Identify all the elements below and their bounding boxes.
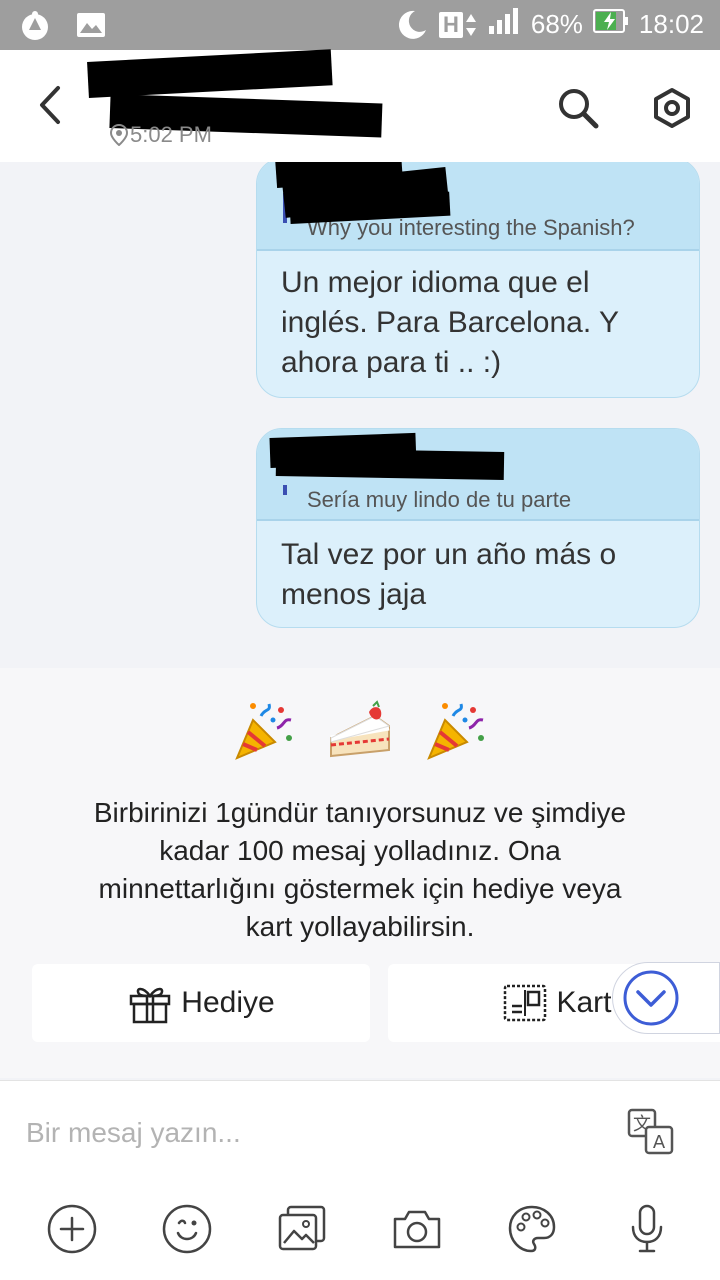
card-stamp-icon xyxy=(504,984,547,1022)
milestone-message: Birbirinizi 1gündür tanıyorsunuz ve şimd… xyxy=(40,794,680,946)
redacted-quote-author-stroke xyxy=(275,448,505,480)
battery-charging-icon xyxy=(592,8,629,41)
sticker-button[interactable] xyxy=(161,1203,213,1255)
chat-header: 5:02 PM xyxy=(0,49,720,162)
plus-icon xyxy=(47,1204,97,1254)
location-pin-icon xyxy=(110,124,128,146)
gift-icon xyxy=(130,987,171,1024)
chat-messages[interactable]: Why you interesting the Spanish? Un mejo… xyxy=(0,162,720,668)
send-gift-label: Hediye xyxy=(181,986,275,1019)
quoted-message-text: Sería muy lindo de tu parte xyxy=(307,487,572,512)
contact-subtitle: 5:02 PM xyxy=(110,122,212,148)
milestone-line: kadar 100 mesaj yolladınız. Ona xyxy=(159,835,561,866)
chevron-down-icon xyxy=(623,970,679,1026)
send-gift-button[interactable]: Hediye xyxy=(32,964,370,1042)
translate-icon: 文A xyxy=(627,1108,674,1155)
translate-button[interactable]: 文A xyxy=(626,1107,676,1157)
app-notification-icon xyxy=(18,8,52,42)
gallery-button[interactable] xyxy=(276,1203,328,1255)
network-type-label: H xyxy=(438,11,463,38)
do-not-disturb-moon-icon xyxy=(395,8,429,42)
gallery-icon xyxy=(278,1205,326,1251)
chat-settings-button[interactable] xyxy=(650,86,694,130)
clock: 18:02 xyxy=(638,9,704,39)
settings-hexagon-icon xyxy=(654,88,690,128)
compose-bar: 文A xyxy=(0,1080,720,1280)
battery-percent: 68% xyxy=(530,9,583,39)
svg-text:A: A xyxy=(653,1132,666,1153)
search-button[interactable] xyxy=(556,86,600,130)
party-popper-icon xyxy=(423,698,489,764)
message-line: Un mejor idioma que el xyxy=(281,266,590,299)
redacted-contact-name xyxy=(87,49,333,98)
search-icon xyxy=(559,89,599,129)
voice-message-button[interactable] xyxy=(621,1203,673,1255)
strawberry-cake-icon xyxy=(327,698,393,764)
message-line: inglés. Para Barcelona. Y xyxy=(281,306,619,339)
network-type-icon: H xyxy=(438,11,477,38)
quote-accent-bar xyxy=(283,485,287,495)
theme-button[interactable] xyxy=(506,1203,558,1255)
milestone-card: Birbirinizi 1gündür tanıyorsunuz ve şimd… xyxy=(0,668,720,1078)
status-bar: H 68% 18:02 xyxy=(0,0,720,50)
message-input[interactable] xyxy=(26,1111,586,1155)
attach-button[interactable] xyxy=(46,1203,98,1255)
last-seen-time: 5:02 PM xyxy=(130,122,212,147)
message-line: ahora para ti .. :) xyxy=(281,346,502,379)
message-text: Tal vez por un año más o menos jaja xyxy=(281,535,681,615)
camera-button[interactable] xyxy=(391,1203,443,1255)
back-button[interactable] xyxy=(30,80,70,130)
send-card-label: Kart xyxy=(556,986,612,1019)
milestone-line: minnettarlığını göstermek için hediye ve… xyxy=(98,873,622,904)
milestone-line: Birbirinizi 1gündür tanıyorsunuz ve şimd… xyxy=(93,797,627,828)
back-arrow-icon xyxy=(40,86,60,124)
message-text: Un mejor idioma que el inglés. Para Barc… xyxy=(281,263,681,383)
milestone-line: kart yollayabilirsin. xyxy=(245,911,475,942)
message-line: menos jaja xyxy=(281,578,427,611)
emoji-row xyxy=(0,698,720,764)
image-notification-icon xyxy=(74,8,108,42)
signal-bars-icon xyxy=(487,6,521,43)
message-line: Tal vez por un año más o xyxy=(281,538,617,571)
microphone-icon xyxy=(631,1204,663,1253)
compose-toolbar xyxy=(0,1203,720,1259)
smiley-icon xyxy=(162,1204,212,1254)
scroll-to-bottom-button[interactable] xyxy=(612,962,720,1034)
camera-icon xyxy=(393,1210,441,1249)
party-popper-icon xyxy=(231,698,297,764)
palette-icon xyxy=(508,1205,556,1253)
